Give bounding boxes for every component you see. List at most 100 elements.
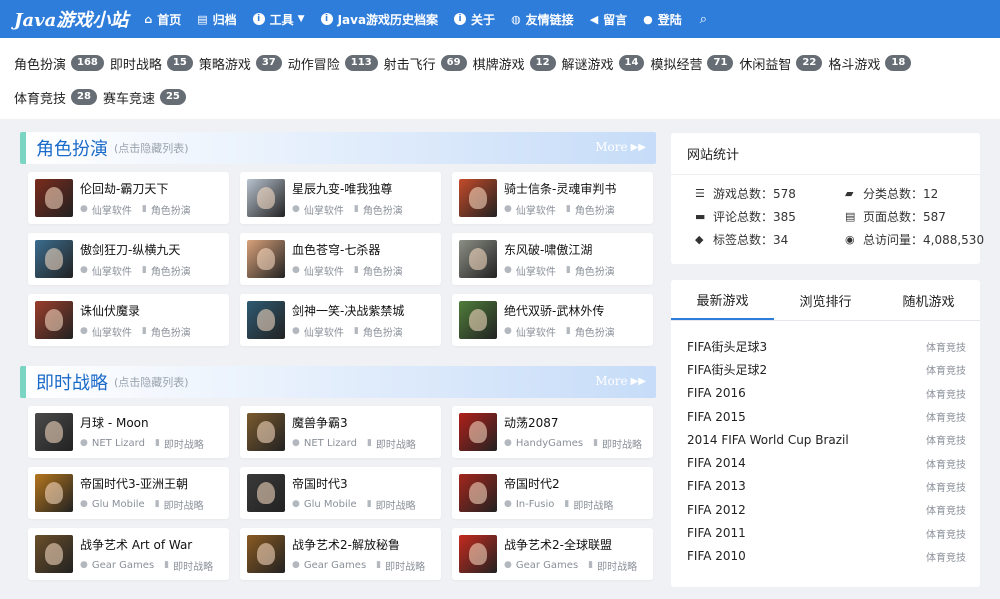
game-card[interactable]: 骑士信条-灵魂审判书 ● 仙掌软件 ▮ 角色扮演 [452, 172, 653, 224]
game-link[interactable]: FIFA 2010 [687, 549, 746, 563]
nav-item-6[interactable]: ◀ 留言 [590, 11, 627, 28]
game-category-tag[interactable]: 体育竞技 [926, 549, 966, 564]
category-link[interactable]: 射击飞行 69 [384, 46, 467, 80]
game-category[interactable]: 角色扮演 [151, 263, 191, 278]
list-item[interactable]: FIFA 2014 体育竞技 [687, 451, 966, 474]
game-category[interactable]: 即时战略 [573, 497, 613, 512]
game-card[interactable]: 帝国时代2 ● In-Fusio ▮ 即时战略 [452, 467, 653, 519]
category-link[interactable]: 格斗游戏 18 [828, 46, 912, 80]
game-link[interactable]: FIFA 2012 [687, 503, 746, 517]
game-thumbnail[interactable] [35, 240, 73, 278]
game-category[interactable]: 角色扮演 [575, 263, 615, 278]
game-author[interactable]: 仙掌软件 [516, 202, 556, 217]
game-thumbnail[interactable] [35, 179, 73, 217]
game-card[interactable]: 动荡2087 ● HandyGames ▮ 即时战略 [452, 406, 653, 458]
game-link[interactable]: FIFA 2016 [687, 386, 746, 400]
game-thumbnail[interactable] [35, 301, 73, 339]
game-thumbnail[interactable] [459, 413, 497, 451]
game-title[interactable]: 诛仙伏魔录 [80, 302, 191, 319]
game-title[interactable]: 魔兽争霸3 [292, 414, 416, 431]
game-author[interactable]: Glu Mobile [304, 499, 357, 510]
game-category-tag[interactable]: 体育竞技 [926, 339, 966, 354]
category-link[interactable]: 模拟经营 71 [650, 46, 734, 80]
game-thumbnail[interactable] [35, 413, 73, 451]
game-card[interactable]: 伦回劫-霸刀天下 ● 仙掌软件 ▮ 角色扮演 [28, 172, 229, 224]
game-category[interactable]: 角色扮演 [575, 202, 615, 217]
more-link[interactable]: More ▶▶ [595, 374, 646, 388]
list-item[interactable]: FIFA街头足球2 体育竞技 [687, 358, 966, 381]
game-category[interactable]: 即时战略 [376, 497, 416, 512]
site-logo[interactable]: Java游戏小站 [14, 6, 128, 32]
game-link[interactable]: FIFA 2015 [687, 410, 746, 424]
game-title[interactable]: 血色苍穹-七杀器 [292, 241, 403, 258]
game-category-tag[interactable]: 体育竞技 [926, 479, 966, 494]
game-title[interactable]: 骑士信条-灵魂审判书 [504, 180, 616, 197]
game-author[interactable]: 仙掌软件 [304, 263, 344, 278]
list-item[interactable]: FIFA 2013 体育竞技 [687, 475, 966, 498]
category-link[interactable]: 休闲益智 22 [739, 46, 823, 80]
nav-item-2[interactable]: i 工具 ▼ [252, 11, 305, 28]
game-title[interactable]: 帝国时代2 [504, 475, 613, 492]
category-link[interactable]: 赛车竞速 25 [103, 80, 186, 114]
game-thumbnail[interactable] [247, 301, 285, 339]
game-title[interactable]: 伦回劫-霸刀天下 [80, 180, 191, 197]
game-category[interactable]: 即时战略 [376, 436, 416, 451]
game-author[interactable]: In-Fusio [516, 499, 555, 510]
game-link[interactable]: 2014 FIFA World Cup Brazil [687, 433, 849, 447]
more-link[interactable]: More ▶▶ [595, 140, 646, 154]
game-card[interactable]: 东风破-啸傲江湖 ● 仙掌软件 ▮ 角色扮演 [452, 233, 653, 285]
game-thumbnail[interactable] [459, 179, 497, 217]
game-author[interactable]: Gear Games [516, 560, 578, 571]
game-category[interactable]: 角色扮演 [575, 324, 615, 339]
list-item[interactable]: FIFA 2011 体育竞技 [687, 521, 966, 544]
game-author[interactable]: 仙掌软件 [92, 324, 132, 339]
game-category[interactable]: 角色扮演 [151, 324, 191, 339]
game-card[interactable]: 傲剑狂刀-纵横九天 ● 仙掌软件 ▮ 角色扮演 [28, 233, 229, 285]
game-category-tag[interactable]: 体育竞技 [926, 409, 966, 424]
game-author[interactable]: HandyGames [516, 438, 583, 449]
game-card[interactable]: 诛仙伏魔录 ● 仙掌软件 ▮ 角色扮演 [28, 294, 229, 346]
category-link[interactable]: 体育竞技 28 [14, 80, 97, 114]
game-thumbnail[interactable] [247, 535, 285, 573]
game-author[interactable]: Glu Mobile [92, 499, 145, 510]
game-category[interactable]: 角色扮演 [363, 202, 403, 217]
game-thumbnail[interactable] [247, 240, 285, 278]
game-category[interactable]: 即时战略 [164, 497, 204, 512]
game-title[interactable]: 月球 - Moon [80, 414, 204, 431]
game-category-tag[interactable]: 体育竞技 [926, 432, 966, 447]
list-item[interactable]: FIFA 2016 体育竞技 [687, 382, 966, 405]
category-link[interactable]: 角色扮演 168 [14, 46, 104, 80]
game-category[interactable]: 即时战略 [385, 558, 425, 573]
game-thumbnail[interactable] [247, 179, 285, 217]
game-author[interactable]: NET Lizard [92, 438, 145, 449]
section-toggle-hint[interactable]: (点击隐藏列表) [114, 140, 189, 156]
game-category[interactable]: 即时战略 [173, 558, 213, 573]
game-category-tag[interactable]: 体育竞技 [926, 456, 966, 471]
game-author[interactable]: 仙掌软件 [92, 202, 132, 217]
game-card[interactable]: 魔兽争霸3 ● NET Lizard ▮ 即时战略 [240, 406, 441, 458]
game-author[interactable]: Gear Games [304, 560, 366, 571]
list-item[interactable]: FIFA 2012 体育竞技 [687, 498, 966, 521]
game-card[interactable]: 星辰九变-唯我独尊 ● 仙掌软件 ▮ 角色扮演 [240, 172, 441, 224]
game-link[interactable]: FIFA 2014 [687, 456, 746, 470]
game-author[interactable]: 仙掌软件 [516, 324, 556, 339]
game-author[interactable]: 仙掌软件 [516, 263, 556, 278]
game-title[interactable]: 帝国时代3-亚洲王朝 [80, 475, 204, 492]
game-link[interactable]: FIFA街头足球2 [687, 361, 767, 378]
category-link[interactable]: 解谜游戏 14 [562, 46, 645, 80]
section-toggle-hint[interactable]: (点击隐藏列表) [114, 374, 189, 390]
game-title[interactable]: 傲剑狂刀-纵横九天 [80, 241, 191, 258]
game-category[interactable]: 即时战略 [164, 436, 204, 451]
game-author[interactable]: Gear Games [92, 560, 154, 571]
game-title[interactable]: 战争艺术 Art of War [80, 536, 213, 553]
nav-item-1[interactable]: ▤ 归档 [197, 11, 236, 28]
list-item[interactable]: FIFA街头足球3 体育竞技 [687, 335, 966, 358]
list-item[interactable]: 2014 FIFA World Cup Brazil 体育竞技 [687, 428, 966, 451]
game-card[interactable]: 战争艺术 Art of War ● Gear Games ▮ 即时战略 [28, 528, 229, 580]
game-thumbnail[interactable] [247, 413, 285, 451]
game-thumbnail[interactable] [35, 535, 73, 573]
game-card[interactable]: 帝国时代3 ● Glu Mobile ▮ 即时战略 [240, 467, 441, 519]
game-title[interactable]: 东风破-啸傲江湖 [504, 241, 615, 258]
category-link[interactable]: 动作冒险 113 [288, 46, 378, 80]
game-thumbnail[interactable] [459, 301, 497, 339]
